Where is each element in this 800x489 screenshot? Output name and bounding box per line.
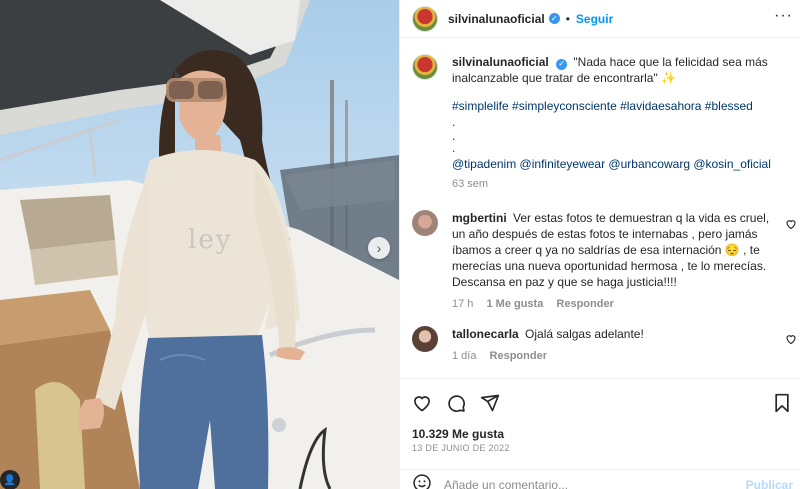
author-username[interactable]: silvinalunaoficial xyxy=(448,12,545,26)
action-icons xyxy=(412,393,500,413)
comment-likes-count[interactable]: 1 Me gusta xyxy=(486,298,543,310)
comment-meta: 17 h 1 Me gusta Responder xyxy=(452,296,770,312)
like-heart-icon[interactable] xyxy=(412,393,432,413)
commenter-avatar[interactable] xyxy=(412,210,438,236)
comment-composer: Publicar xyxy=(400,469,800,489)
caption-dot-3: . xyxy=(452,141,456,155)
comment-username[interactable]: tallonecarla xyxy=(452,327,519,341)
comments-list[interactable]: silvinalunaoficial ✓ "Nada hace que la f… xyxy=(400,38,800,378)
publish-comment-button[interactable]: Publicar xyxy=(746,478,793,489)
post-actions: 10.329 Me gusta 13 DE JUNIO DE 2022 Publ… xyxy=(400,378,800,489)
comment-text-line: mgbertini Ver estas fotos te demuestran … xyxy=(452,210,770,290)
more-options-icon[interactable]: ··· xyxy=(774,8,793,24)
comment-row: mgbertini Ver estas fotos te demuestran … xyxy=(412,210,770,312)
caption-author-avatar[interactable] xyxy=(412,54,438,80)
comment-bubble-icon[interactable] xyxy=(446,393,466,413)
caption-username[interactable]: silvinalunaoficial xyxy=(452,55,549,69)
post-photo[interactable]: ley › 👤 xyxy=(0,0,399,489)
likes-count[interactable]: 10.329 Me gusta xyxy=(412,427,504,441)
caption-text-line: silvinalunaoficial ✓ "Nada hace que la f… xyxy=(452,54,784,86)
comment-reply-button[interactable]: Responder xyxy=(490,350,547,362)
like-comment-heart-icon[interactable] xyxy=(785,333,797,348)
emoji-icon[interactable] xyxy=(412,473,432,489)
header-separator: • xyxy=(565,11,570,26)
post-header: silvinalunaoficial ✓ • Seguir ··· xyxy=(400,0,800,38)
comment-text: Ojalá salgas adelante! xyxy=(525,327,644,341)
caption-hashtags[interactable]: #simplelife #simpleyconsciente #lavidaes… xyxy=(452,98,784,114)
comment-timestamp[interactable]: 1 día xyxy=(452,350,476,362)
add-comment-input[interactable] xyxy=(444,477,734,489)
follow-button[interactable]: Seguir xyxy=(576,12,613,26)
comment-row: tallonecarla Ojalá salgas adelante! 1 dí… xyxy=(412,326,770,364)
comment-body: mgbertini Ver estas fotos te demuestran … xyxy=(452,210,770,312)
caption-meta: 63 sem xyxy=(452,176,784,192)
comment-text-line: tallonecarla Ojalá salgas adelante! xyxy=(452,326,770,342)
sweater-print: ley xyxy=(188,225,232,255)
verified-badge-icon: ✓ xyxy=(556,58,568,70)
caption-dot-1: . xyxy=(452,115,456,129)
author-avatar[interactable] xyxy=(412,5,438,32)
post-date[interactable]: 13 DE JUNIO DE 2022 xyxy=(412,443,510,453)
commenter-avatar[interactable] xyxy=(412,326,438,352)
caption-timestamp[interactable]: 63 sem xyxy=(452,178,488,190)
caption-body: silvinalunaoficial ✓ "Nada hace que la f… xyxy=(452,54,784,192)
tagged-users-button[interactable]: 👤 xyxy=(0,470,20,489)
comment-timestamp[interactable]: 17 h xyxy=(452,298,473,310)
comment-meta: 1 día Responder xyxy=(452,348,770,364)
caption-row: silvinalunaoficial ✓ "Nada hace que la f… xyxy=(412,54,784,192)
save-bookmark-icon[interactable] xyxy=(773,393,791,413)
comment-username[interactable]: mgbertini xyxy=(452,211,507,225)
like-comment-heart-icon[interactable] xyxy=(785,218,797,233)
caption-mentions[interactable]: @tipadenim @infiniteyewear @urbancowarg … xyxy=(452,156,784,172)
share-paper-plane-icon[interactable] xyxy=(480,393,500,413)
chevron-right-icon: › xyxy=(376,240,382,256)
user-icon: 👤 xyxy=(3,474,17,486)
comment-body: tallonecarla Ojalá salgas adelante! 1 dí… xyxy=(452,326,770,364)
post-details-panel: silvinalunaoficial ✓ • Seguir ··· silvin… xyxy=(399,0,800,489)
next-photo-button[interactable]: › xyxy=(368,237,390,259)
comment-reply-button[interactable]: Responder xyxy=(556,298,613,310)
caption-dot-2: . xyxy=(452,129,456,143)
post-photo-illustration: ley xyxy=(0,0,399,489)
verified-badge-icon: ✓ xyxy=(548,13,560,24)
